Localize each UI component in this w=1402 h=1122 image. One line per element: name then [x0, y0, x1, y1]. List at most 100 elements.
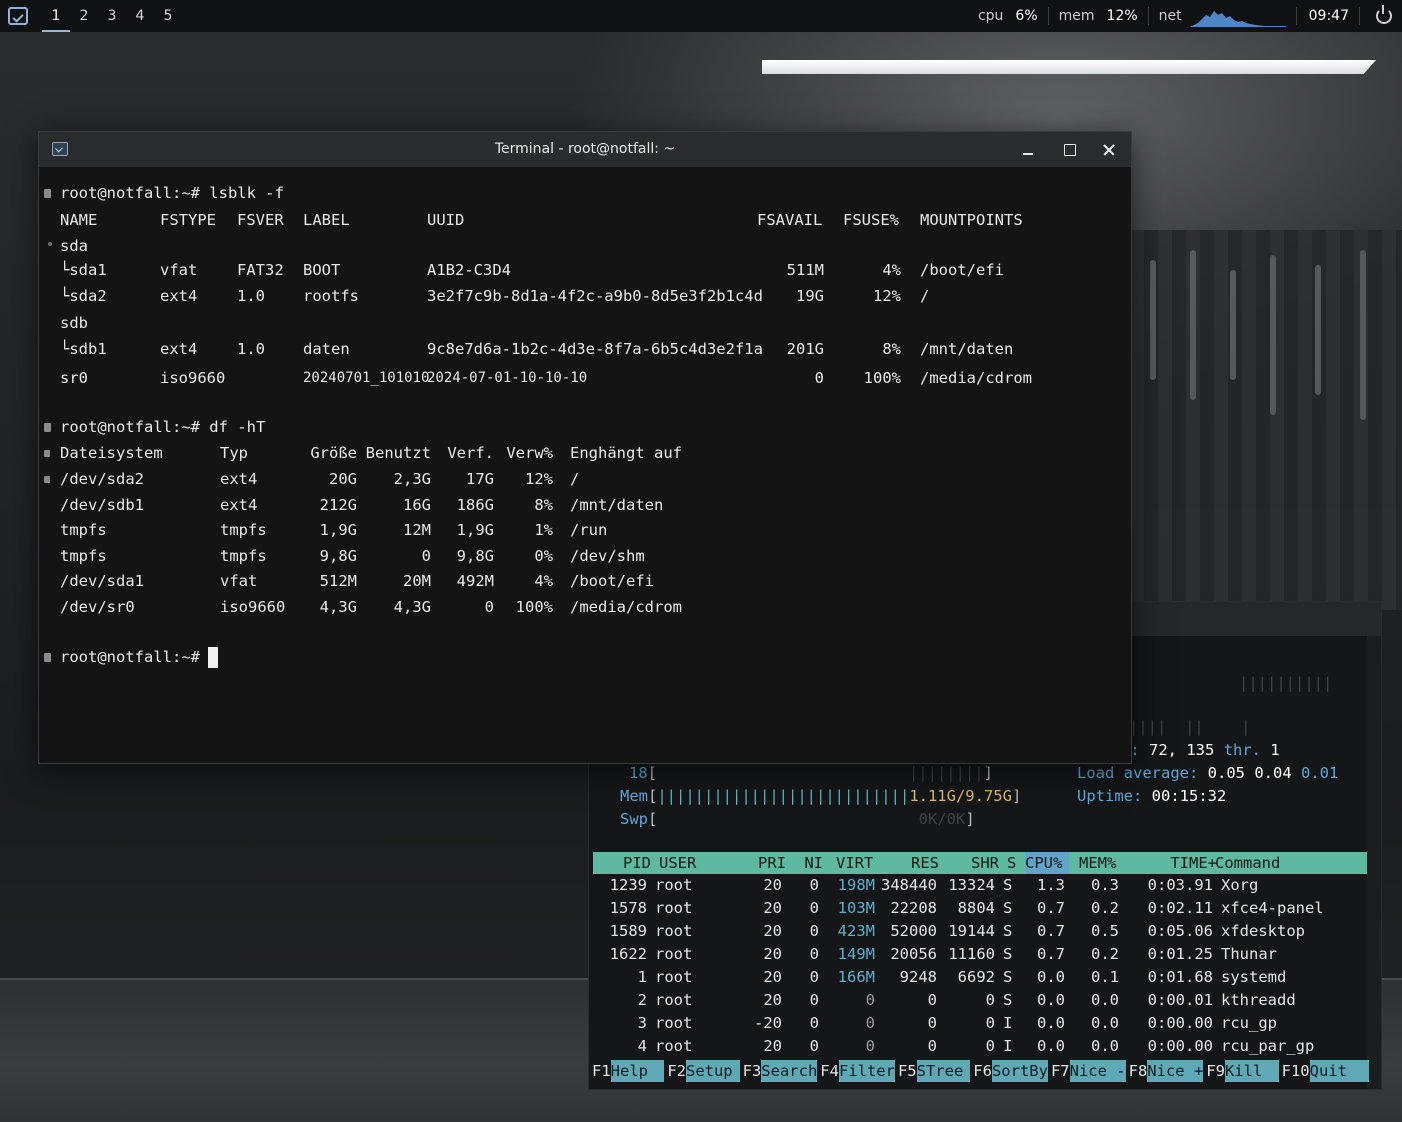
swp-meter-label: Swp	[620, 810, 648, 828]
lsblk-cell: sr0	[60, 369, 88, 387]
htop-scrollbar[interactable]	[1367, 636, 1381, 1089]
fkey-1-label[interactable]: Help	[610, 1060, 665, 1082]
fkey-10-key[interactable]: F10	[1279, 1060, 1310, 1082]
process-cell: root	[655, 1037, 693, 1055]
df-cell: /dev/sdb1	[60, 496, 144, 514]
process-cell: 20	[763, 1037, 782, 1055]
lsblk-cell: iso9660	[160, 369, 226, 387]
process-row[interactable]: 1578 root 20 0 103M 22208 8804 S 0.7 0.2 0:02.11 xf…	[589, 897, 1369, 920]
col-mem[interactable]: MEM%	[1079, 852, 1116, 874]
terminal-titlebar[interactable]: Terminal - root@notfall: ~	[39, 132, 1131, 167]
fkey-2-label[interactable]: Setup	[685, 1060, 740, 1082]
fkey-1-key[interactable]: F1	[589, 1060, 611, 1082]
process-cell: 0:01.68	[1147, 968, 1213, 986]
fkey-9-key[interactable]: F9	[1203, 1060, 1225, 1082]
col-res[interactable]: RES	[883, 852, 939, 874]
fkey-10-label[interactable]: Quit	[1309, 1060, 1369, 1082]
maximize-button[interactable]	[1059, 140, 1079, 160]
htop-faded-meter: |||| || |	[1129, 718, 1251, 736]
process-cell: 0:00.00	[1147, 1014, 1213, 1032]
col-virt[interactable]: VIRT	[836, 852, 873, 874]
fkey-3-label[interactable]: Search	[761, 1060, 818, 1082]
terminal-output[interactable]: root@notfall:~# lsblk -f NAME FSTYPE FSV…	[39, 167, 1131, 763]
workspace-3[interactable]: 3	[98, 0, 126, 32]
workspace-1[interactable]: 1	[42, 0, 70, 32]
lsblk-cell: └sda2	[60, 287, 107, 305]
col-shr[interactable]: SHR	[943, 852, 999, 874]
df-header-size: Größe	[310, 444, 357, 462]
col-state[interactable]: S	[1007, 852, 1016, 874]
process-cell: 20	[763, 991, 782, 1009]
process-row[interactable]: 4 root 20 0 0 0 0 I 0.0 0.0 0:00.00 rcu_par_gp	[589, 1035, 1369, 1058]
col-time[interactable]: TIME+	[1139, 852, 1217, 874]
terminal-window[interactable]: Terminal - root@notfall: ~ root@notfall:…	[38, 131, 1132, 764]
process-cell: 0	[865, 1037, 875, 1055]
fkey-9-label[interactable]: Kill	[1224, 1060, 1279, 1082]
lsblk-cell: 3e2f7c9b-8d1a-4f2c-a9b0-8d5e3f2b1c4d	[427, 287, 763, 305]
load-5min: 0.04	[1254, 764, 1292, 782]
col-ni[interactable]: NI	[793, 852, 823, 874]
df-cell: 12M	[403, 521, 431, 539]
process-cell: S	[1003, 876, 1013, 894]
col-pri[interactable]: PRI	[748, 852, 786, 874]
df-cell: 492M	[456, 572, 494, 590]
process-cell: 0	[927, 1014, 937, 1032]
process-row[interactable]: 3 root -20 0 0 0 0 I 0.0 0.0 0:00.00 rcu_gp	[589, 1012, 1369, 1035]
row-marker-icon	[48, 242, 52, 246]
lsblk-header-fsuse: FSUSE%	[843, 211, 899, 229]
process-row[interactable]: 1622 root 20 0 149M 20056 11160 S 0.7 0.2 0:01.25 T…	[589, 943, 1369, 966]
panel-separator	[1147, 7, 1149, 25]
process-cell: 4	[637, 1037, 647, 1055]
fkey-6-key[interactable]: F6	[970, 1060, 992, 1082]
fkey-5-label[interactable]: STree	[916, 1060, 971, 1082]
process-row[interactable]: 1239 root 20 0 198M 348440 13324 S 1.3 0.3 0:03.91…	[589, 874, 1369, 897]
process-cell: systemd	[1221, 968, 1287, 986]
process-cell: rcu_gp	[1221, 1014, 1277, 1032]
process-row[interactable]: 1 root 20 0 166M 9248 6692 S 0.0 0.1 0:01.68 system…	[589, 966, 1369, 989]
df-cell: 12%	[525, 470, 553, 488]
workspace-2[interactable]: 2	[70, 0, 98, 32]
clock[interactable]: 09:47	[1309, 8, 1349, 24]
lsblk-header-name: NAME	[60, 211, 98, 229]
process-row[interactable]: 1589 root 20 0 423M 52000 19144 S 0.7 0.5 0:05.06 x…	[589, 920, 1369, 943]
workspace-5[interactable]: 5	[154, 0, 182, 32]
fkey-2-key[interactable]: F2	[664, 1060, 686, 1082]
col-cpu-sorted[interactable]: CPU%	[1025, 852, 1069, 874]
col-command[interactable]: Command	[1215, 852, 1280, 874]
workspace-4[interactable]: 4	[126, 0, 154, 32]
fkey-6-label[interactable]: SortBy	[991, 1060, 1048, 1082]
fkey-4-label[interactable]: Filter	[838, 1060, 895, 1082]
fkey-7-key[interactable]: F7	[1048, 1060, 1070, 1082]
menu-icon[interactable]	[8, 7, 28, 25]
process-cell: 20056	[890, 945, 937, 963]
process-cell: S	[1003, 899, 1013, 917]
df-cell: tmpfs	[220, 547, 267, 565]
process-cell: Xorg	[1221, 876, 1259, 894]
minimize-button[interactable]	[1018, 140, 1038, 160]
process-cell: 0:02.11	[1147, 899, 1213, 917]
fkey-8-label[interactable]: Nice +	[1147, 1060, 1204, 1082]
htop-uptime-line: Uptime: 00:15:32	[1077, 785, 1226, 807]
process-row[interactable]: 2 root 20 0 0 0 0 S 0.0 0.0 0:00.01 kthreadd	[589, 989, 1369, 1012]
df-cell: /dev/sda1	[60, 572, 144, 590]
fkey-4-key[interactable]: F4	[817, 1060, 839, 1082]
fkey-5-key[interactable]: F5	[895, 1060, 917, 1082]
fkey-7-label[interactable]: Nice -	[1069, 1060, 1126, 1082]
df-header-filesystem: Dateisystem	[60, 444, 163, 462]
col-pid[interactable]: PID	[603, 852, 651, 874]
fkey-8-key[interactable]: F8	[1126, 1060, 1148, 1082]
process-cell: 0.0	[1037, 991, 1065, 1009]
fkey-3-key[interactable]: F3	[740, 1060, 762, 1082]
process-cell: 0.5	[1091, 922, 1119, 940]
col-user[interactable]: USER	[659, 852, 696, 874]
network-graph[interactable]	[1189, 5, 1286, 27]
df-cell: 2,3G	[393, 470, 431, 488]
process-cell: 1589	[609, 922, 647, 940]
htop-mem-meter: Mem[|||||||||||||||||||||||||||1.11G/9.7…	[620, 787, 1022, 805]
power-icon[interactable]	[1376, 5, 1392, 24]
process-cell: 0	[985, 1037, 995, 1055]
close-button[interactable]	[1099, 140, 1119, 160]
htop-load-line: Load average: 0.05 0.04 0.01	[1077, 762, 1338, 784]
process-cell: 0	[865, 1014, 875, 1032]
df-cell: 4,3G	[319, 598, 357, 616]
